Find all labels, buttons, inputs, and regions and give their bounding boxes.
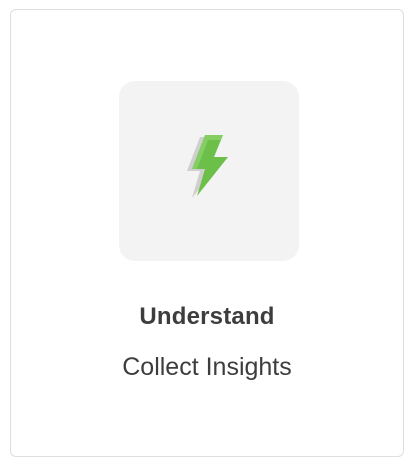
- lightning-bolt-icon: [187, 135, 228, 198]
- feature-card: Understand Collect Insights: [10, 9, 404, 457]
- card-title: Understand: [139, 303, 275, 330]
- icon-tile: [119, 81, 299, 261]
- card-subtitle: Collect Insights: [122, 353, 292, 381]
